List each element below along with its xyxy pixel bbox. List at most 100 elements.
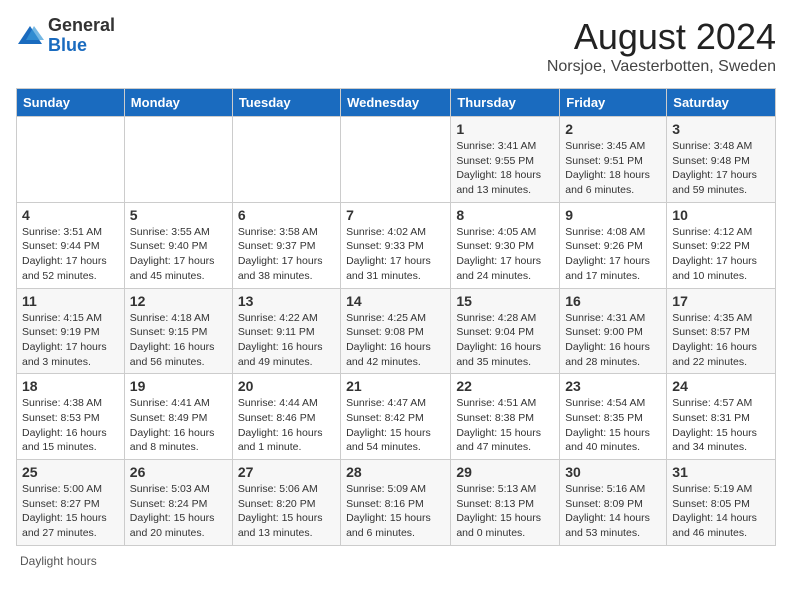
header-wednesday: Wednesday <box>341 89 451 117</box>
day-info: Sunrise: 4:02 AM Sunset: 9:33 PM Dayligh… <box>346 225 445 284</box>
calendar-cell: 26 Sunrise: 5:03 AM Sunset: 8:24 PM Dayli… <box>124 460 232 546</box>
day-number: 24 <box>672 378 770 394</box>
calendar-cell: 20Sunrise: 4:44 AM Sunset: 8:46 PM Dayli… <box>232 374 340 460</box>
day-number: 26 <box>130 464 227 480</box>
calendar-week-2: 11 Sunrise: 4:15 AM Sunset: 9:19 PM Dayli… <box>17 288 776 374</box>
day-info: Sunrise: 3:41 AM Sunset: 9:55 PM Dayligh… <box>456 139 554 198</box>
day-number: 15 <box>456 293 554 309</box>
day-info: Sunrise: 4:28 AM Sunset: 9:04 PM Dayligh… <box>456 311 554 370</box>
day-number: 27 <box>238 464 335 480</box>
day-number: 9 <box>565 207 661 223</box>
day-number: 5 <box>130 207 227 223</box>
calendar-cell: 29 Sunrise: 5:13 AM Sunset: 8:13 PM Dayli… <box>451 460 560 546</box>
calendar-cell <box>232 117 340 203</box>
day-number: 6 <box>238 207 335 223</box>
footer: Daylight hours <box>16 554 776 568</box>
calendar-cell <box>17 117 125 203</box>
day-number: 30 <box>565 464 661 480</box>
day-number: 13 <box>238 293 335 309</box>
day-info: Sunrise: 4:44 AM Sunset: 8:46 PM Dayligh… <box>238 396 335 455</box>
calendar-table: SundayMondayTuesdayWednesdayThursdayFrid… <box>16 88 776 546</box>
day-info: Sunrise: 4:08 AM Sunset: 9:26 PM Dayligh… <box>565 225 661 284</box>
day-info: Sunrise: 3:58 AM Sunset: 9:37 PM Dayligh… <box>238 225 335 284</box>
calendar-cell: 27 Sunrise: 5:06 AM Sunset: 8:20 PM Dayli… <box>232 460 340 546</box>
calendar-cell: 3 Sunrise: 3:48 AM Sunset: 9:48 PM Daylig… <box>667 117 776 203</box>
calendar-cell: 8Sunrise: 4:05 AM Sunset: 9:30 PM Daylig… <box>451 202 560 288</box>
header: General Blue August 2024 Norsjoe, Vaeste… <box>16 16 776 76</box>
day-number: 29 <box>456 464 554 480</box>
calendar-cell: 14Sunrise: 4:25 AM Sunset: 9:08 PM Dayli… <box>341 288 451 374</box>
day-info: Sunrise: 4:15 AM Sunset: 9:19 PM Dayligh… <box>22 311 119 370</box>
calendar-cell: 10 Sunrise: 4:12 AM Sunset: 9:22 PM Dayli… <box>667 202 776 288</box>
calendar-cell: 11 Sunrise: 4:15 AM Sunset: 9:19 PM Dayli… <box>17 288 125 374</box>
calendar-cell: 15 Sunrise: 4:28 AM Sunset: 9:04 PM Dayli… <box>451 288 560 374</box>
header-friday: Friday <box>560 89 667 117</box>
logo: General Blue <box>16 16 115 56</box>
day-info: Sunrise: 5:00 AM Sunset: 8:27 PM Dayligh… <box>22 482 119 541</box>
calendar-cell: 28 Sunrise: 5:09 AM Sunset: 8:16 PM Dayli… <box>341 460 451 546</box>
calendar-header-row: SundayMondayTuesdayWednesdayThursdayFrid… <box>17 89 776 117</box>
day-info: Sunrise: 5:06 AM Sunset: 8:20 PM Dayligh… <box>238 482 335 541</box>
calendar-cell: 17 Sunrise: 4:35 AM Sunset: 8:57 PM Dayli… <box>667 288 776 374</box>
day-info: Sunrise: 5:13 AM Sunset: 8:13 PM Dayligh… <box>456 482 554 541</box>
day-info: Sunrise: 4:12 AM Sunset: 9:22 PM Dayligh… <box>672 225 770 284</box>
day-info: Sunrise: 4:31 AM Sunset: 9:00 PM Dayligh… <box>565 311 661 370</box>
logo-blue-text: Blue <box>48 36 115 56</box>
day-info: Sunrise: 3:51 AM Sunset: 9:44 PM Dayligh… <box>22 225 119 284</box>
logo-text: General Blue <box>48 16 115 56</box>
day-number: 12 <box>130 293 227 309</box>
day-info: Sunrise: 5:16 AM Sunset: 8:09 PM Dayligh… <box>565 482 661 541</box>
day-number: 23 <box>565 378 661 394</box>
day-info: Sunrise: 4:18 AM Sunset: 9:15 PM Dayligh… <box>130 311 227 370</box>
day-info: Sunrise: 3:48 AM Sunset: 9:48 PM Dayligh… <box>672 139 770 198</box>
day-number: 16 <box>565 293 661 309</box>
day-number: 1 <box>456 121 554 137</box>
day-info: Sunrise: 3:45 AM Sunset: 9:51 PM Dayligh… <box>565 139 661 198</box>
day-number: 2 <box>565 121 661 137</box>
calendar-cell: 4 Sunrise: 3:51 AM Sunset: 9:44 PM Daylig… <box>17 202 125 288</box>
day-info: Sunrise: 5:19 AM Sunset: 8:05 PM Dayligh… <box>672 482 770 541</box>
header-saturday: Saturday <box>667 89 776 117</box>
calendar-cell: 23 Sunrise: 4:54 AM Sunset: 8:35 PM Dayli… <box>560 374 667 460</box>
calendar-cell: 22Sunrise: 4:51 AM Sunset: 8:38 PM Dayli… <box>451 374 560 460</box>
day-number: 19 <box>130 378 227 394</box>
calendar-cell: 1 Sunrise: 3:41 AM Sunset: 9:55 PM Daylig… <box>451 117 560 203</box>
day-number: 14 <box>346 293 445 309</box>
day-number: 31 <box>672 464 770 480</box>
day-number: 4 <box>22 207 119 223</box>
day-info: Sunrise: 5:03 AM Sunset: 8:24 PM Dayligh… <box>130 482 227 541</box>
calendar-cell: 25Sunrise: 5:00 AM Sunset: 8:27 PM Dayli… <box>17 460 125 546</box>
calendar-week-1: 4 Sunrise: 3:51 AM Sunset: 9:44 PM Daylig… <box>17 202 776 288</box>
day-number: 7 <box>346 207 445 223</box>
daylight-label: Daylight hours <box>20 554 97 568</box>
day-number: 28 <box>346 464 445 480</box>
day-info: Sunrise: 4:41 AM Sunset: 8:49 PM Dayligh… <box>130 396 227 455</box>
calendar-cell: 18Sunrise: 4:38 AM Sunset: 8:53 PM Dayli… <box>17 374 125 460</box>
day-info: Sunrise: 4:22 AM Sunset: 9:11 PM Dayligh… <box>238 311 335 370</box>
calendar-cell: 24 Sunrise: 4:57 AM Sunset: 8:31 PM Dayli… <box>667 374 776 460</box>
day-info: Sunrise: 4:57 AM Sunset: 8:31 PM Dayligh… <box>672 396 770 455</box>
calendar-cell: 19 Sunrise: 4:41 AM Sunset: 8:49 PM Dayli… <box>124 374 232 460</box>
calendar-cell: 9 Sunrise: 4:08 AM Sunset: 9:26 PM Daylig… <box>560 202 667 288</box>
calendar-cell: 12 Sunrise: 4:18 AM Sunset: 9:15 PM Dayli… <box>124 288 232 374</box>
calendar-cell: 31 Sunrise: 5:19 AM Sunset: 8:05 PM Dayli… <box>667 460 776 546</box>
day-number: 17 <box>672 293 770 309</box>
day-info: Sunrise: 5:09 AM Sunset: 8:16 PM Dayligh… <box>346 482 445 541</box>
calendar-cell: 2 Sunrise: 3:45 AM Sunset: 9:51 PM Daylig… <box>560 117 667 203</box>
calendar-cell: 21Sunrise: 4:47 AM Sunset: 8:42 PM Dayli… <box>341 374 451 460</box>
day-number: 11 <box>22 293 119 309</box>
day-number: 3 <box>672 121 770 137</box>
day-info: Sunrise: 4:35 AM Sunset: 8:57 PM Dayligh… <box>672 311 770 370</box>
calendar-week-0: 1 Sunrise: 3:41 AM Sunset: 9:55 PM Daylig… <box>17 117 776 203</box>
header-tuesday: Tuesday <box>232 89 340 117</box>
day-number: 10 <box>672 207 770 223</box>
calendar-week-3: 18Sunrise: 4:38 AM Sunset: 8:53 PM Dayli… <box>17 374 776 460</box>
month-title: August 2024 <box>547 16 776 58</box>
day-info: Sunrise: 4:54 AM Sunset: 8:35 PM Dayligh… <box>565 396 661 455</box>
header-sunday: Sunday <box>17 89 125 117</box>
calendar-cell <box>341 117 451 203</box>
calendar-cell: 30 Sunrise: 5:16 AM Sunset: 8:09 PM Dayli… <box>560 460 667 546</box>
calendar-cell: 6 Sunrise: 3:58 AM Sunset: 9:37 PM Daylig… <box>232 202 340 288</box>
calendar-cell: 7 Sunrise: 4:02 AM Sunset: 9:33 PM Daylig… <box>341 202 451 288</box>
calendar-cell: 5Sunrise: 3:55 AM Sunset: 9:40 PM Daylig… <box>124 202 232 288</box>
